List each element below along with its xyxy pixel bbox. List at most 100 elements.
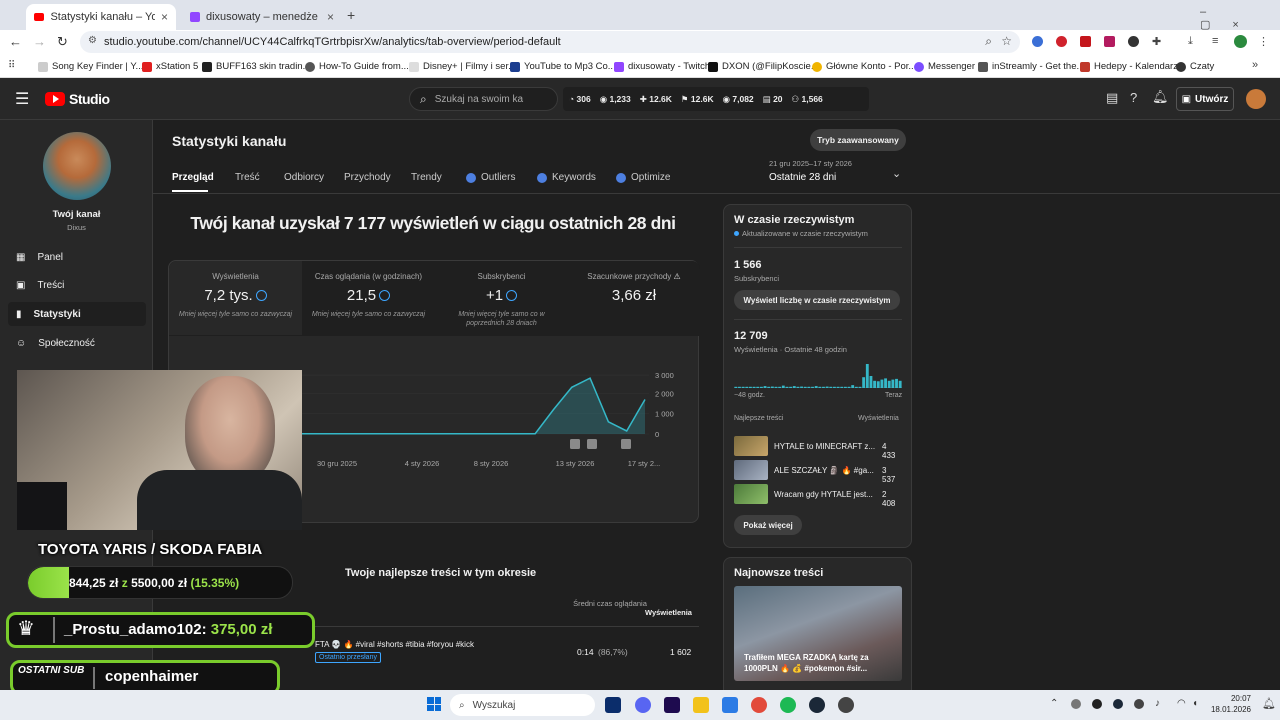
create-button[interactable]: ▣ Utwórz [1176, 87, 1234, 111]
download-icon[interactable]: ⤓ [1188, 35, 1193, 48]
account-avatar[interactable] [1246, 89, 1266, 109]
video-thumbnail[interactable]: Trafiłem MEGA RZADKĄ kartę za 1000PLN 🔥 … [734, 586, 902, 681]
metric-views[interactable]: Wyświetlenia 7,2 tys. Mniej więcej tyle … [169, 261, 302, 335]
mic-icon[interactable]: ♪ [1155, 698, 1160, 709]
address-bar[interactable]: ⚙ studio.youtube.com/channel/UCY44Calfrk… [80, 31, 1020, 53]
list-item[interactable]: Wracam gdy HYTALE jest... 2 408 [734, 484, 902, 508]
clock-time[interactable]: 20:07 [1206, 694, 1251, 703]
bookmark[interactable]: dixusowaty - Twitch [614, 61, 710, 72]
extension-icon[interactable] [1128, 36, 1139, 47]
col-header-views[interactable]: Wyświetlenia [645, 608, 692, 617]
close-tab-icon[interactable]: × [327, 10, 334, 24]
bookmark[interactable]: Disney+ | Filmy i ser... [409, 61, 516, 72]
sidebar-item-content[interactable]: ▣ Treści [8, 273, 146, 297]
tray-app-icon[interactable] [1092, 699, 1102, 709]
video-title[interactable]: FTA 💀 🔥 #viral #shorts #tibia #foryou #k… [315, 640, 474, 649]
profile-avatar[interactable] [1234, 35, 1247, 48]
realtime-bar-chart[interactable] [734, 360, 902, 388]
site-info-icon[interactable]: ⚙ [88, 35, 97, 46]
media-icon[interactable]: ≡ [1212, 35, 1218, 47]
tab-keywords[interactable]: Keywords [537, 172, 596, 183]
upload-marker[interactable] [570, 439, 580, 449]
channel-avatar[interactable] [43, 132, 111, 200]
tray-app-icon[interactable] [1071, 699, 1081, 709]
wifi-icon[interactable]: ◠ [1177, 698, 1186, 709]
show-more-button[interactable]: Pokaż więcej [734, 515, 802, 535]
more-bookmarks-icon[interactable]: » [1252, 59, 1258, 71]
sidebar-item-panel[interactable]: ▦ Panel [8, 245, 146, 269]
menu-icon[interactable]: ⋮ [1258, 35, 1269, 48]
list-item[interactable]: HYTALE to MINECRAFT z... 4 433 [734, 436, 902, 460]
volume-icon[interactable]: ◖ [1192, 698, 1198, 709]
tab-revenue[interactable]: Przychody [344, 172, 391, 183]
tab-outliers[interactable]: Outliers [466, 172, 515, 183]
show-realtime-count-button[interactable]: Wyświetl liczbę w czasie rzeczywistym [734, 290, 900, 310]
close-tab-icon[interactable]: × [161, 10, 168, 24]
notification-bell-icon[interactable]: 🔔︎ [1262, 697, 1276, 710]
tab-overview[interactable]: Przegląd [172, 172, 214, 183]
hamburger-menu-icon[interactable]: ☰ [15, 89, 29, 109]
windows-start-icon[interactable] [427, 697, 441, 711]
back-icon[interactable]: ← [9, 34, 22, 49]
metric-revenue[interactable]: Szacunkowe przychody ⚠ 3,66 zł [568, 261, 700, 335]
chevron-down-icon[interactable]: ⌄ [892, 167, 901, 180]
sidebar-item-community[interactable]: ☺ Społeczność [8, 331, 146, 355]
advanced-mode-button[interactable]: Tryb zaawansowany [810, 129, 906, 151]
browser-tab-twitch[interactable]: dixusowaty – menedżer klipów × [182, 4, 342, 30]
clock-date[interactable]: 18.01.2026 [1206, 705, 1251, 714]
tab-content[interactable]: Treść [235, 172, 260, 183]
extension-icon[interactable] [1080, 36, 1091, 47]
extensions-puzzle-icon[interactable]: ✚ [1152, 35, 1161, 48]
obs-icon[interactable] [838, 697, 854, 713]
spotify-icon[interactable] [780, 697, 796, 713]
bookmark[interactable]: xStation 5 [142, 61, 198, 72]
todo-icon[interactable] [722, 697, 738, 713]
upload-marker[interactable] [587, 439, 597, 449]
messages-icon[interactable]: ▤ [1106, 90, 1118, 106]
bookmark[interactable]: BUFF163 skin tradin... [202, 61, 311, 72]
bookmark[interactable]: DXON (@FilipKoscie... [708, 61, 819, 72]
metric-watch-time[interactable]: Czas oglądania (w godzinach) 21,5 Mniej … [302, 261, 435, 335]
tray-app-icon[interactable] [1113, 699, 1123, 709]
window-controls[interactable]: –▢× [1200, 6, 1280, 31]
video-marker[interactable] [621, 439, 631, 449]
reload-icon[interactable]: ↻ [57, 34, 68, 50]
bookmark[interactable]: YouTube to Mp3 Co... [510, 61, 616, 72]
discord-icon[interactable] [635, 697, 651, 713]
steam-icon[interactable] [809, 697, 825, 713]
bookmark-star-icon[interactable]: ☆ [1001, 34, 1012, 48]
bookmark[interactable]: Messenger [914, 61, 975, 72]
new-tab-button[interactable]: + [347, 7, 355, 23]
premiere-icon[interactable] [664, 697, 680, 713]
bookmark[interactable]: inStreamly - Get the... [978, 61, 1084, 72]
bookmark[interactable]: How-To Guide from... [305, 61, 409, 72]
metric-subscribers[interactable]: Subskrybenci +1 Mniej więcej tyle samo c… [435, 261, 568, 335]
taskbar-search[interactable]: ⌕ Wyszukaj [450, 694, 595, 716]
search-input[interactable]: ⌕ Szukaj na swoim ka [409, 87, 558, 111]
browser-tab-studio[interactable]: Statystyki kanału – YouTube Stu × [26, 4, 176, 30]
extension-icon[interactable] [1104, 36, 1115, 47]
extension-icon[interactable] [1032, 36, 1043, 47]
apps-icon[interactable]: ⠿ [8, 60, 15, 71]
forward-icon[interactable]: → [33, 34, 46, 49]
tab-trends[interactable]: Trendy [411, 172, 442, 183]
bookmark[interactable]: Czaty [1176, 61, 1214, 72]
bell-icon[interactable]: 🔔︎ [1152, 89, 1169, 105]
sidebar-item-analytics[interactable]: ▮ Statystyki [8, 302, 146, 326]
bookmark[interactable]: Główne Konto - Por... [812, 61, 916, 72]
bookmark[interactable]: Song Key Finder | Y... [38, 61, 143, 72]
help-icon[interactable]: ? [1130, 90, 1137, 105]
tray-app-icon[interactable] [1134, 699, 1144, 709]
extension-icon[interactable] [1056, 36, 1067, 47]
period-selector[interactable]: Ostatnie 28 dni [769, 172, 836, 183]
tray-chevron-icon[interactable]: ⌃ [1050, 698, 1058, 709]
tab-optimize[interactable]: Optimize [616, 172, 670, 183]
zoom-icon[interactable]: ⌕ [985, 34, 992, 49]
chrome-icon[interactable] [751, 697, 767, 713]
bookmark[interactable]: Hedepy - Kalendarz [1080, 61, 1178, 72]
list-item[interactable]: ALE SZCZAŁY 🗿 🔥 #ga... 3 537 [734, 460, 902, 484]
photoshop-icon[interactable] [605, 697, 621, 713]
file-explorer-icon[interactable] [693, 697, 709, 713]
studio-logo[interactable]: Studio [45, 91, 110, 107]
tab-audience[interactable]: Odbiorcy [284, 172, 324, 183]
